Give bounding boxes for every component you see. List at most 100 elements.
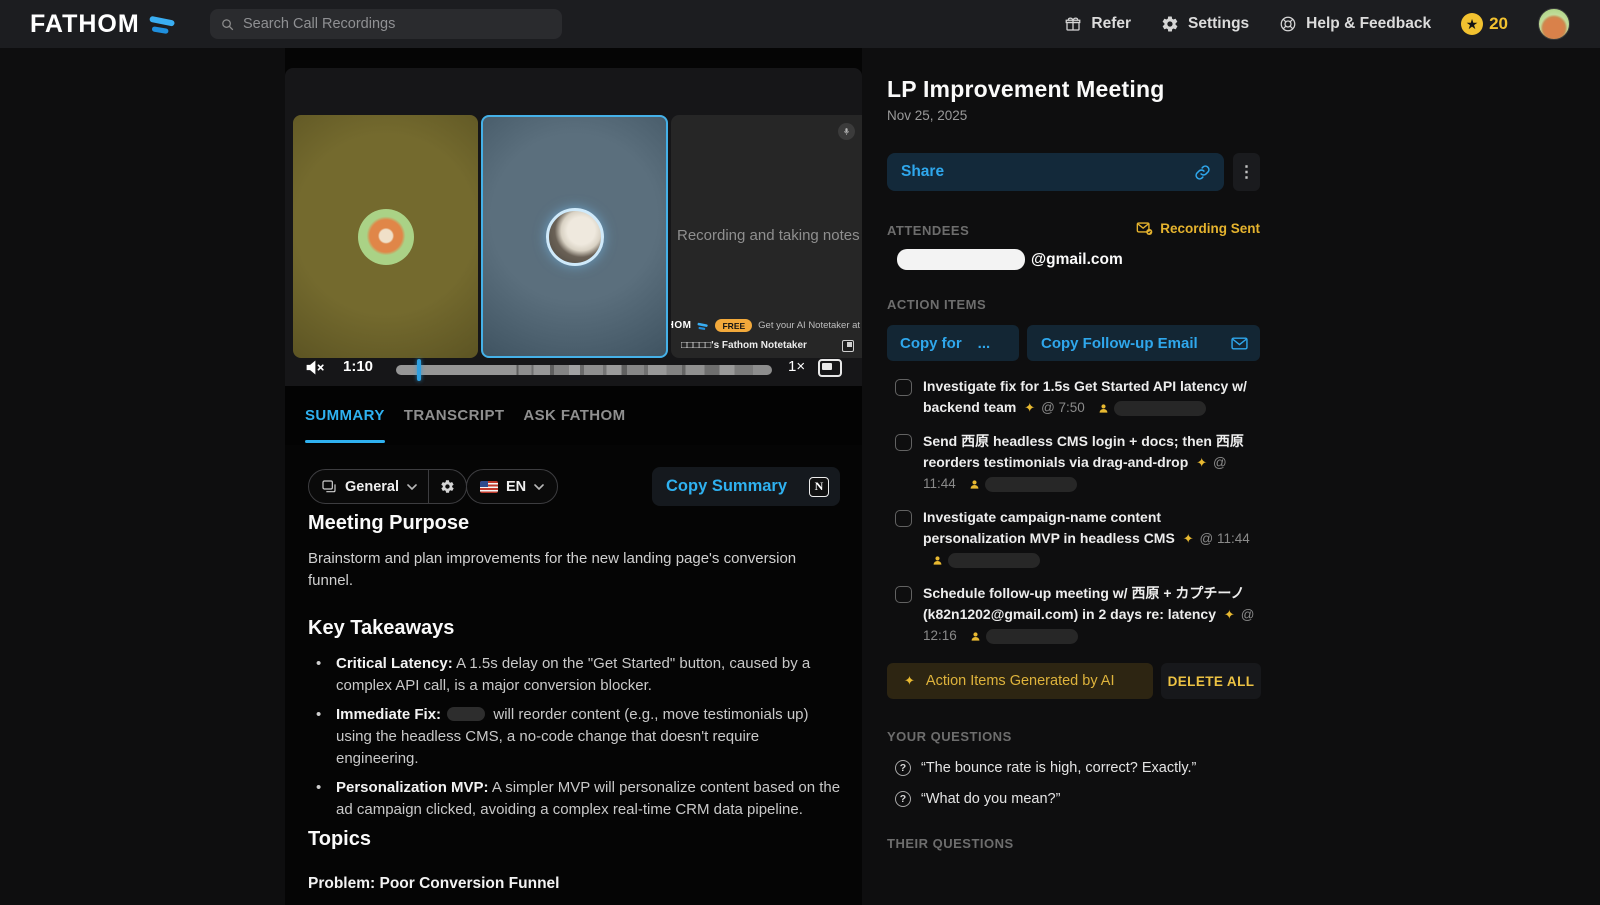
question-circle-icon: ? bbox=[895, 791, 911, 807]
summary-tabbar: SUMMARY TRANSCRIPT ASK FATHOM bbox=[285, 386, 862, 445]
recording-sent-badge: Recording Sent bbox=[1136, 221, 1260, 236]
gear-icon bbox=[1161, 15, 1179, 33]
help-feedback-label: Help & Feedback bbox=[1306, 15, 1431, 33]
sparkles-icon: ✦ bbox=[1224, 607, 1235, 622]
your-questions-list: ? “The bounce rate is high, correct? Exa… bbox=[887, 759, 1263, 809]
gift-icon bbox=[1064, 15, 1082, 33]
help-feedback-button[interactable]: Help & Feedback bbox=[1279, 15, 1431, 33]
template-value: General bbox=[345, 479, 399, 495]
your-questions-label: YOUR QUESTIONS bbox=[887, 729, 1263, 744]
copy-for-button[interactable]: Copy for ... bbox=[887, 325, 1019, 361]
takeaway-bullet: Critical Latency: A 1.5s delay on the "G… bbox=[316, 653, 842, 697]
assignee bbox=[969, 477, 1077, 492]
attendees-label: ATTENDEES bbox=[887, 223, 969, 238]
notetaker-status-text: Recording and taking notes bbox=[677, 227, 859, 244]
ai-generated-button[interactable]: ✦ Action Items Generated by AI bbox=[887, 663, 1153, 699]
action-item-content: Investigate fix for 1.5s Get Started API… bbox=[923, 376, 1255, 418]
playhead[interactable] bbox=[417, 359, 421, 381]
language-value: EN bbox=[506, 479, 526, 495]
assignee bbox=[1098, 401, 1206, 416]
tab[interactable]: TRANSCRIPT bbox=[404, 386, 505, 445]
pip-button[interactable] bbox=[818, 359, 842, 377]
copy-summary-button[interactable]: Copy Summary N bbox=[652, 467, 840, 506]
credits-badge[interactable]: ★ 20 bbox=[1461, 13, 1508, 35]
refer-label: Refer bbox=[1091, 15, 1131, 33]
action-item-checkbox[interactable] bbox=[895, 434, 912, 451]
delete-all-button[interactable]: DELETE ALL bbox=[1161, 663, 1261, 699]
search-bar[interactable] bbox=[210, 9, 562, 39]
search-icon bbox=[220, 17, 235, 32]
topic-heading: Problem: Poor Conversion Funnel bbox=[308, 875, 842, 893]
gear-icon bbox=[440, 479, 455, 494]
navbar-actions: Refer Settings Help & Feedback bbox=[1064, 0, 1570, 48]
summary-body: Meeting Purpose Brainstorm and plan impr… bbox=[308, 512, 842, 905]
settings-button[interactable]: Settings bbox=[1161, 15, 1249, 33]
notetaker-owner-label: □□□□□'s Fathom Notetaker bbox=[681, 340, 807, 351]
meeting-date: Nov 25, 2025 bbox=[887, 108, 967, 123]
action-item-checkbox[interactable] bbox=[895, 586, 912, 603]
star-icon: ★ bbox=[1461, 13, 1483, 35]
chevron-down-icon bbox=[534, 484, 544, 490]
fathom-logo-icon bbox=[148, 12, 178, 36]
template-settings-button[interactable] bbox=[429, 479, 466, 494]
assignee-name-redacted bbox=[1114, 401, 1206, 416]
person-icon bbox=[1098, 403, 1109, 414]
lifebuoy-icon bbox=[1279, 15, 1297, 33]
action-item-timestamp[interactable]: @ 7:50 bbox=[1041, 400, 1085, 415]
video-player[interactable]: Recording and taking notes FATHOM FREE G… bbox=[285, 68, 862, 386]
copy-followup-email-button[interactable]: Copy Follow-up Email bbox=[1027, 325, 1260, 361]
banner-logo-icon bbox=[697, 321, 709, 331]
free-badge: FREE bbox=[715, 319, 752, 332]
redacted-name bbox=[447, 707, 485, 721]
participant-avatar-1 bbox=[358, 209, 414, 265]
more-options-button[interactable]: ⋮ bbox=[1233, 153, 1260, 191]
participant-avatar-2 bbox=[546, 208, 604, 266]
mute-button[interactable] bbox=[304, 357, 325, 378]
user-avatar[interactable] bbox=[1538, 8, 1570, 40]
banner-text: Get your AI Notetaker at bbox=[758, 320, 860, 331]
popout-icon bbox=[842, 340, 854, 352]
progress-bar[interactable] bbox=[396, 365, 772, 375]
assignee bbox=[970, 629, 1078, 644]
copy-followup-label: Copy Follow-up Email bbox=[1041, 335, 1198, 352]
tab[interactable]: ASK FATHOM bbox=[523, 386, 625, 445]
sparkles-icon: ✦ bbox=[1183, 531, 1194, 546]
search-input[interactable] bbox=[243, 16, 552, 32]
share-button[interactable]: Share bbox=[887, 153, 1224, 191]
action-item-checkbox[interactable] bbox=[895, 379, 912, 396]
playback-time: 1:10 bbox=[343, 358, 373, 375]
takeaways-list: Critical Latency: A 1.5s delay on the "G… bbox=[316, 653, 842, 821]
assignee bbox=[932, 553, 1040, 568]
action-items-list: Investigate fix for 1.5s Get Started API… bbox=[887, 376, 1263, 646]
takeaway-lead: Critical Latency: bbox=[336, 655, 453, 672]
action-item: Send 西原 headless CMS login + docs; then … bbox=[887, 431, 1263, 494]
purpose-text: Brainstorm and plan improvements for the… bbox=[308, 548, 842, 592]
takeaway-bullet: Immediate Fix: will reorder content (e.g… bbox=[316, 704, 842, 770]
fathom-logo[interactable]: FATHOM bbox=[30, 0, 178, 48]
tab[interactable]: SUMMARY bbox=[305, 386, 385, 445]
question-item: ? “The bounce rate is high, correct? Exa… bbox=[895, 759, 1263, 778]
takeaway-bullet: Personalization MVP: A simpler MVP will … bbox=[316, 777, 842, 821]
action-item-text: Schedule follow-up meeting w/ 西原 + カプチーノ… bbox=[923, 585, 1245, 622]
action-item-checkbox[interactable] bbox=[895, 510, 912, 527]
ai-generated-label: Action Items Generated by AI bbox=[926, 673, 1115, 689]
action-item: Schedule follow-up meeting w/ 西原 + カプチーノ… bbox=[887, 583, 1263, 646]
refer-button[interactable]: Refer bbox=[1064, 15, 1131, 33]
attendee-email-domain: @gmail.com bbox=[1031, 251, 1123, 269]
action-item: Investigate campaign-name content person… bbox=[887, 507, 1263, 570]
sparkles-icon: ✦ bbox=[1196, 455, 1207, 470]
top-navbar: FATHOM bbox=[0, 0, 1600, 48]
sparkles-icon: ✦ bbox=[1024, 400, 1035, 415]
template-segment[interactable]: General bbox=[321, 479, 428, 495]
notetaker-tile: Recording and taking notes FATHOM FREE G… bbox=[671, 115, 862, 358]
meeting-title: LP Improvement Meeting bbox=[887, 76, 1287, 103]
topics-title: Topics bbox=[308, 828, 842, 851]
playback-speed[interactable]: 1× bbox=[788, 358, 805, 375]
summary-template-dropdown[interactable]: General bbox=[308, 469, 467, 504]
language-dropdown[interactable]: EN bbox=[466, 469, 558, 504]
takeaways-title: Key Takeaways bbox=[308, 617, 842, 640]
envelope-icon bbox=[1231, 337, 1248, 350]
assignee-name-redacted bbox=[948, 553, 1040, 568]
action-item-timestamp[interactable]: @ 11:44 bbox=[1200, 531, 1250, 546]
mic-muted-icon bbox=[838, 123, 855, 140]
